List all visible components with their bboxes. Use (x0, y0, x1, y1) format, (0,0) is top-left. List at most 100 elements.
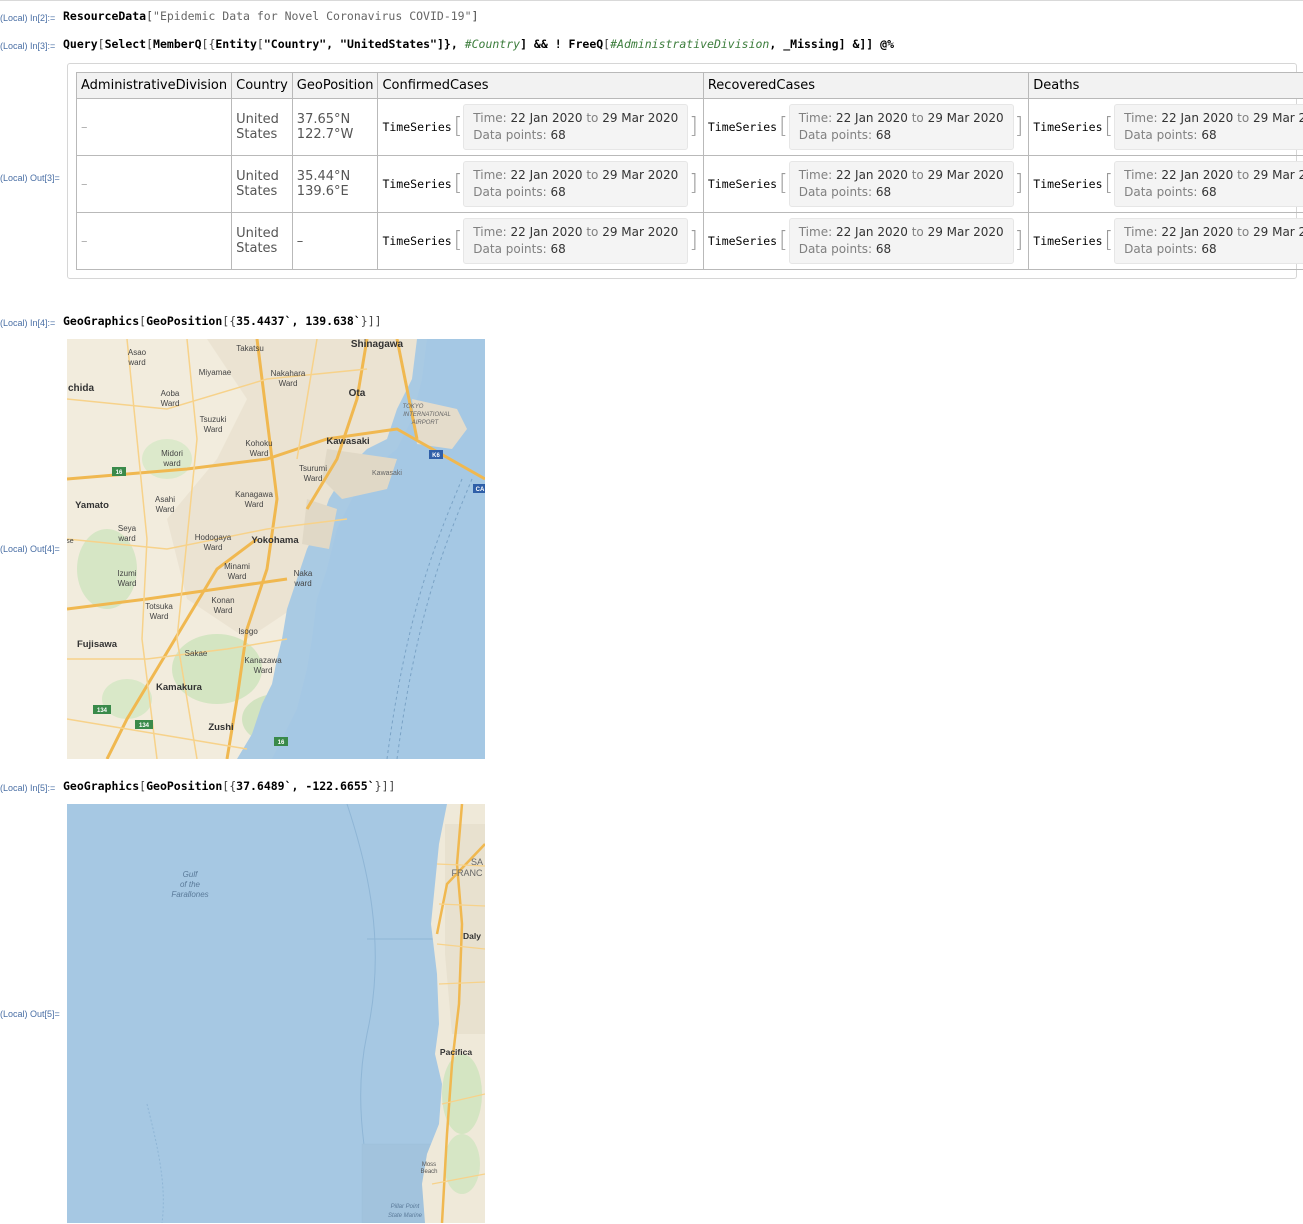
string-arg: "Country" (264, 37, 326, 51)
map-label: Farallones (171, 890, 208, 899)
points-value: 68 (551, 185, 566, 199)
time-to-word: to (586, 225, 598, 239)
timeseries-summary-box[interactable]: Time: 22 Jan 2020 to 29 Mar 2020Data poi… (789, 104, 1014, 150)
timeseries-summary-box[interactable]: Time: 22 Jan 2020 to 29 Mar 2020Data poi… (1114, 161, 1303, 207)
table-row: –United States35.44°N 139.6°ETimeSeries[… (77, 156, 1303, 213)
points-value: 68 (1201, 128, 1216, 142)
cell-label-in2: (Local) In[2]:= (0, 13, 55, 23)
fn-name: ResourceData (63, 9, 146, 23)
timeseries-cell[interactable]: TimeSeries[Time: 22 Jan 2020 to 29 Mar 2… (703, 156, 1028, 213)
time-from: 22 Jan 2020 (836, 168, 908, 182)
input-cell-4[interactable]: GeoGraphics[GeoPosition[{35.4437`, 139.6… (63, 314, 382, 328)
map-label: Ward (204, 543, 223, 552)
string-arg: "Epidemic Data for Novel Coronavirus COV… (153, 9, 472, 23)
geoposition-cell[interactable]: 37.65°N 122.7°W (292, 99, 378, 156)
timeseries-head: TimeSeries (708, 234, 777, 248)
map-label: Ward (279, 379, 298, 388)
map-label: Miyamae (199, 368, 232, 377)
map-label: chida (68, 383, 95, 394)
bracket: }]] (361, 314, 382, 328)
bracket-right: ] (1015, 173, 1024, 195)
timeseries-summary-box[interactable]: Time: 22 Jan 2020 to 29 Mar 2020Data poi… (463, 161, 688, 207)
points-value: 68 (1201, 242, 1216, 256)
time-to-word: to (586, 168, 598, 182)
time-to-word: to (1237, 111, 1249, 125)
slot-admin: #AdministrativeDivision (610, 37, 769, 51)
query-fn: Query (63, 37, 98, 51)
input-cell-2[interactable]: ResourceData["Epidemic Data for Novel Co… (63, 9, 478, 23)
time-from: 22 Jan 2020 (511, 168, 583, 182)
time-to-word: to (1237, 168, 1249, 182)
time-to-word: to (912, 225, 924, 239)
timeseries-cell[interactable]: TimeSeries[Time: 22 Jan 2020 to 29 Mar 2… (378, 156, 703, 213)
lat-value: 37.6489` (236, 779, 291, 793)
timeseries-summary-box[interactable]: Time: 22 Jan 2020 to 29 Mar 2020Data poi… (1114, 218, 1303, 264)
cell-label-in5: (Local) In[5]:= (0, 783, 55, 793)
col-header[interactable]: ConfirmedCases (378, 73, 703, 99)
col-header[interactable]: RecoveredCases (703, 73, 1028, 99)
map-label: Ward (245, 500, 264, 509)
timeseries-summary-box[interactable]: Time: 22 Jan 2020 to 29 Mar 2020Data poi… (789, 218, 1014, 264)
pattern-missing: _Missing (783, 37, 838, 51)
points-key: Data points: (799, 185, 872, 199)
input-cell-5[interactable]: GeoGraphics[GeoPosition[{37.6489`, -122.… (63, 779, 395, 793)
bracket-left: [ (779, 230, 788, 252)
timeseries-head: TimeSeries (382, 177, 451, 191)
cell-label-in4: (Local) In[4]:= (0, 318, 55, 328)
geoposition-cell[interactable]: – (292, 213, 378, 270)
col-header[interactable]: AdministrativeDivision (77, 73, 232, 99)
map-san-francisco[interactable]: Gulf of the Farallones SA FRANC Daly Pac… (67, 804, 485, 1224)
col-header[interactable]: Country (232, 73, 293, 99)
timeseries-cell[interactable]: TimeSeries[Time: 22 Jan 2020 to 29 Mar 2… (1029, 156, 1303, 213)
col-header[interactable]: GeoPosition (292, 73, 378, 99)
lon-value: 139.638` (305, 314, 360, 328)
string-arg: "UnitedStates" (340, 37, 437, 51)
time-to: 29 Mar 2020 (928, 111, 1004, 125)
input-cell-3[interactable]: Query[Select[MemberQ[{Entity["Country", … (63, 37, 894, 51)
geographics-fn: GeoGraphics (63, 314, 139, 328)
map-label: Kanazawa (244, 656, 282, 665)
top-border (0, 0, 1303, 1)
timeseries-cell[interactable]: TimeSeries[Time: 22 Jan 2020 to 29 Mar 2… (1029, 213, 1303, 270)
map-label: se (67, 538, 74, 545)
map-label: AIRPORT (411, 420, 440, 426)
timeseries-cell[interactable]: TimeSeries[Time: 22 Jan 2020 to 29 Mar 2… (1029, 99, 1303, 156)
bracket-left: [ (1105, 230, 1114, 252)
map-label: Pillar Point (391, 1204, 420, 1210)
country-cell[interactable]: United States (232, 99, 293, 156)
timeseries-summary-box[interactable]: Time: 22 Jan 2020 to 29 Mar 2020Data poi… (1114, 104, 1303, 150)
table-header-row: AdministrativeDivision Country GeoPositi… (77, 73, 1303, 99)
time-to-word: to (912, 168, 924, 182)
comma: , (326, 37, 340, 51)
timeseries-summary-box[interactable]: Time: 22 Jan 2020 to 29 Mar 2020Data poi… (463, 218, 688, 264)
time-from: 22 Jan 2020 (1161, 111, 1233, 125)
lon-value: -122.6655` (305, 779, 374, 793)
closing: ] &]] @% (839, 37, 894, 51)
geoposition-fn: GeoPosition (146, 314, 222, 328)
timeseries-summary-box[interactable]: Time: 22 Jan 2020 to 29 Mar 2020Data poi… (789, 161, 1014, 207)
admin-division-cell: – (77, 99, 232, 156)
map-label: Nakahara (271, 369, 306, 378)
timeseries-cell[interactable]: TimeSeries[Time: 22 Jan 2020 to 29 Mar 2… (378, 213, 703, 270)
country-cell[interactable]: United States (232, 156, 293, 213)
bracket-right: ] (689, 230, 698, 252)
entity-fn: Entity (215, 37, 257, 51)
points-key: Data points: (1124, 185, 1197, 199)
map-label: Minami (224, 562, 250, 571)
time-to: 29 Mar 2020 (1253, 168, 1303, 182)
comma: , (769, 37, 783, 51)
cell-label-out3: (Local) Out[3]= (0, 173, 60, 183)
map-label: Ward (156, 505, 175, 514)
geoposition-cell[interactable]: 35.44°N 139.6°E (292, 156, 378, 213)
map-yokohama[interactable]: Shinagawa Asao ward Takatsu Miyamae Naka… (67, 339, 485, 759)
timeseries-head: TimeSeries (1033, 177, 1102, 191)
timeseries-cell[interactable]: TimeSeries[Time: 22 Jan 2020 to 29 Mar 2… (703, 213, 1028, 270)
bracket-right: ] (689, 173, 698, 195)
timeseries-cell[interactable]: TimeSeries[Time: 22 Jan 2020 to 29 Mar 2… (378, 99, 703, 156)
timeseries-summary-box[interactable]: Time: 22 Jan 2020 to 29 Mar 2020Data poi… (463, 104, 688, 150)
points-key: Data points: (1124, 128, 1197, 142)
country-cell[interactable]: United States (232, 213, 293, 270)
col-header[interactable]: Deaths (1029, 73, 1303, 99)
freeq-fn: FreeQ (569, 37, 604, 51)
timeseries-cell[interactable]: TimeSeries[Time: 22 Jan 2020 to 29 Mar 2… (703, 99, 1028, 156)
